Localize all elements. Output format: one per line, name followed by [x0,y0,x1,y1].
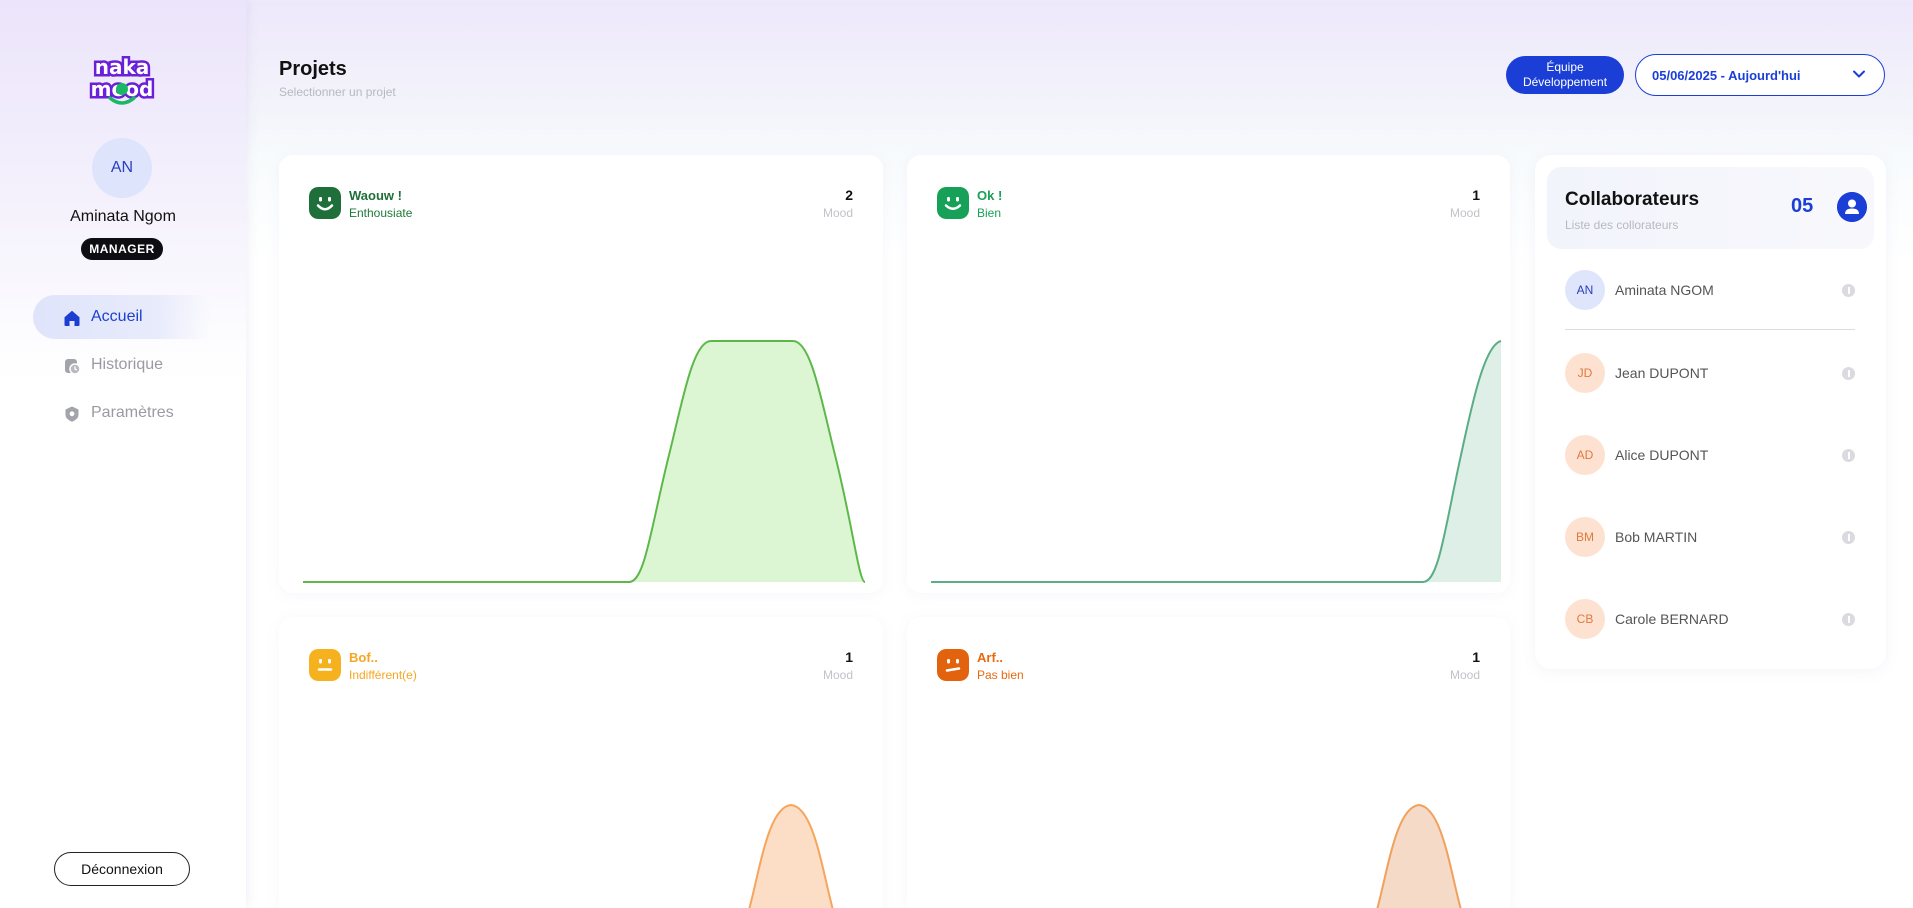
mood-count-label: Mood [822,206,853,220]
mood-count-label: Mood [822,668,853,682]
collaborator-row[interactable]: AD Alice DUPONT [1565,434,1855,476]
user-name: Aminata Ngom [70,208,176,225]
divider [1565,329,1855,330]
collaborator-row[interactable]: AN Aminata NGOM [1565,269,1855,311]
mood-title: Ok ! [977,188,1003,203]
mood-count-label: Mood [1449,206,1480,220]
smile-face-icon [937,187,969,219]
info-icon[interactable] [1842,613,1855,626]
mood-card-enthousiaste[interactable]: Waouw ! Enthousiate 2 Mood [279,155,883,593]
collaborators-subtitle: Liste des collorateurs [1565,218,1679,232]
avatar: BM [1565,517,1605,557]
collaborator-row[interactable]: JD Jean DUPONT [1565,352,1855,394]
mood-subtitle: Bien [977,206,1002,220]
mood-subtitle: Indifférent(e) [349,668,417,682]
mood-card-indifferent[interactable]: Bof.. Indifférent(e) 1 Mood [279,617,883,908]
mood-chart [303,340,866,583]
collaborator-name: Bob MARTIN [1615,529,1698,545]
svg-text:naka: naka [95,55,150,79]
settings-icon [65,406,79,422]
role-badge: MANAGER [81,238,163,260]
neutral-face-icon [309,649,341,681]
smile-face-icon [309,187,341,219]
mood-count: 1 [1472,649,1480,665]
avatar: JD [1565,353,1605,393]
date-range-select[interactable]: 05/06/2025 - Aujourd'hui [1635,54,1885,96]
info-icon[interactable] [1842,531,1855,544]
sidebar-item-label: Historique [91,356,164,373]
page-title: Projets [279,58,347,80]
collaborator-row[interactable]: BM Bob MARTIN [1565,516,1855,558]
collaborator-row[interactable]: CB Carole BERNARD [1565,598,1855,640]
mood-title: Arf.. [977,650,1003,665]
sidebar-item-historique[interactable]: Historique [33,343,211,387]
avatar: CB [1565,599,1605,639]
collaborator-name: Carole BERNARD [1615,611,1729,627]
mood-subtitle: Enthousiate [349,206,413,220]
mood-chart [931,340,1502,583]
date-range-value: 05/06/2025 - Aujourd'hui [1652,67,1801,83]
collaborators-title: Collaborateurs [1565,189,1700,210]
sidebar-item-accueil[interactable]: Accueil [33,295,211,339]
logout-button[interactable]: Déconnexion [54,852,190,886]
mood-card-pas-bien[interactable]: Arf.. Pas bien 1 Mood [907,617,1510,908]
avatar: AN [1565,270,1605,310]
mood-subtitle: Pas bien [977,668,1024,682]
sidebar-item-label: Accueil [91,308,143,325]
meh-face-icon [937,649,969,681]
collaborators-count: 05 [1791,195,1814,217]
mood-count: 1 [1472,187,1480,203]
mood-count: 2 [845,187,853,203]
mood-card-bien[interactable]: Ok ! Bien 1 Mood [907,155,1510,593]
info-icon[interactable] [1842,284,1855,297]
mood-title: Bof.. [349,650,378,665]
mood-title: Waouw ! [349,188,402,203]
mood-count-label: Mood [1449,668,1480,682]
nakamood-logo[interactable]: naka mood [84,54,160,108]
user-icon[interactable] [1837,192,1867,222]
page-subtitle[interactable]: Selectionner un projet [279,85,396,99]
collaborators-header: Collaborateurs Liste des collorateurs 05 [1547,167,1874,249]
avatar: AD [1565,435,1605,475]
history-icon [65,359,81,375]
user-avatar[interactable]: AN [92,138,152,198]
collaborator-name: Aminata NGOM [1615,282,1714,298]
info-icon[interactable] [1842,449,1855,462]
sidebar-item-parametres[interactable]: Paramètres [33,391,211,435]
sidebar: naka mood AN Aminata Ngom MANAGER Accuei… [0,0,246,908]
mood-count: 1 [845,649,853,665]
info-icon[interactable] [1842,367,1855,380]
collaborator-name: Jean DUPONT [1615,365,1709,381]
sidebar-item-label: Paramètres [91,404,174,421]
team-button[interactable]: Équipe Développement [1506,56,1624,94]
collaborators-panel: Collaborateurs Liste des collorateurs 05… [1535,155,1886,669]
home-icon [64,310,80,326]
collaborator-name: Alice DUPONT [1615,447,1709,463]
chevron-down-icon [1853,70,1865,78]
